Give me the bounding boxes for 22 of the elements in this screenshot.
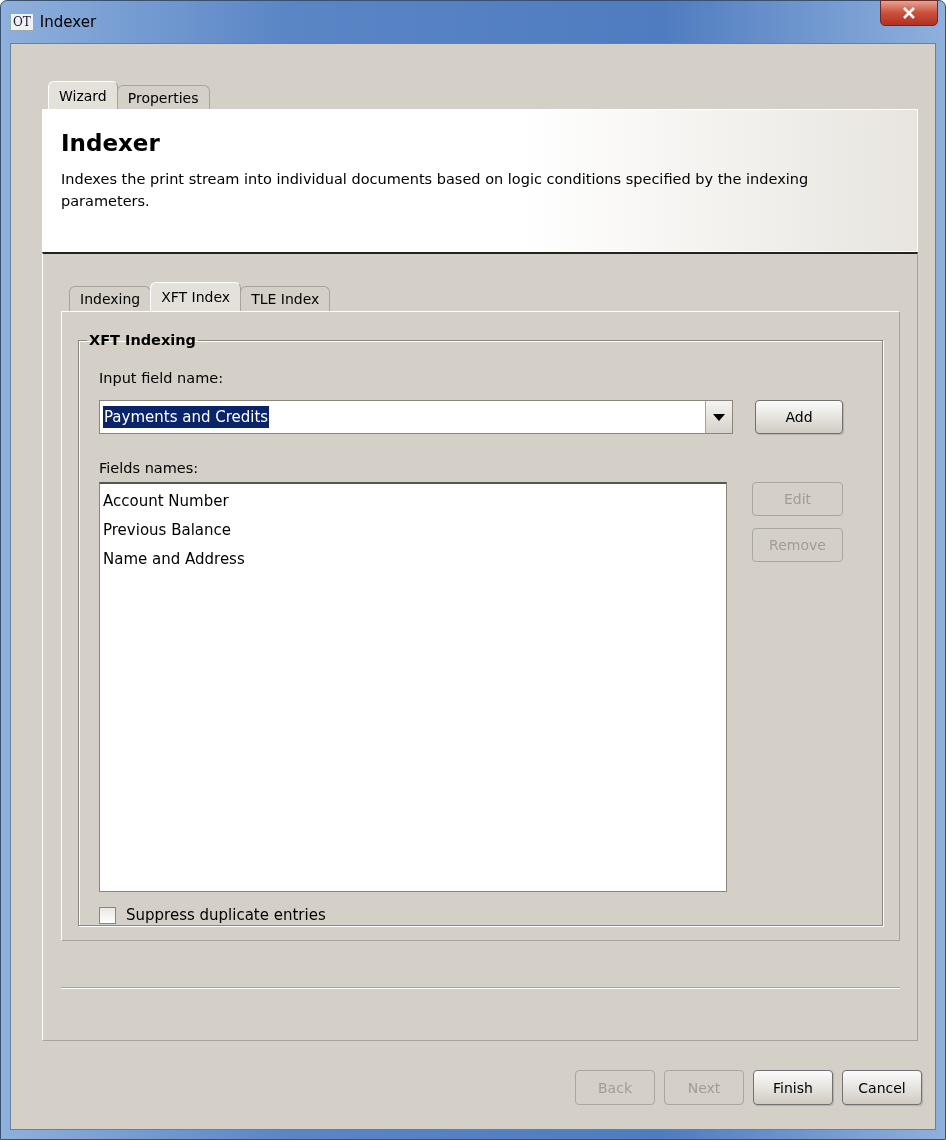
window-title: Indexer [39,13,97,31]
list-item[interactable]: Name and Address [103,545,723,574]
tab[interactable]: Wizard [48,81,118,109]
add-button[interactable]: Add [755,400,843,434]
header-description: Indexes the print stream into individual documents based on logic conditions specified by the indexing parameters. [61,170,810,211]
list-label: Fields names: [99,460,200,476]
tab[interactable]: Indexing [69,286,152,311]
app-icon: OT [10,13,34,31]
checkbox-label: Suppress duplicate entries [126,906,326,924]
finish-button[interactable]: Finish [753,1070,833,1105]
field-label: Input field name: [99,370,225,386]
list-item[interactable]: Account Number [103,487,723,516]
tab[interactable]: TLE Index [240,286,331,311]
group-title: XFT Indexing [88,332,197,348]
input-field-dropdown[interactable]: Payments and Credits [99,400,733,434]
tab[interactable]: Properties [116,85,210,109]
header-title: Indexer [61,130,161,156]
fields-list[interactable]: Account Number Previous Balance Name and Address [99,482,727,892]
tab[interactable]: XFT Index [150,282,242,311]
cancel-button[interactable]: Cancel [842,1070,922,1105]
field-value: Payments and Credits [103,406,270,428]
list-item[interactable]: Previous Balance [103,516,723,545]
